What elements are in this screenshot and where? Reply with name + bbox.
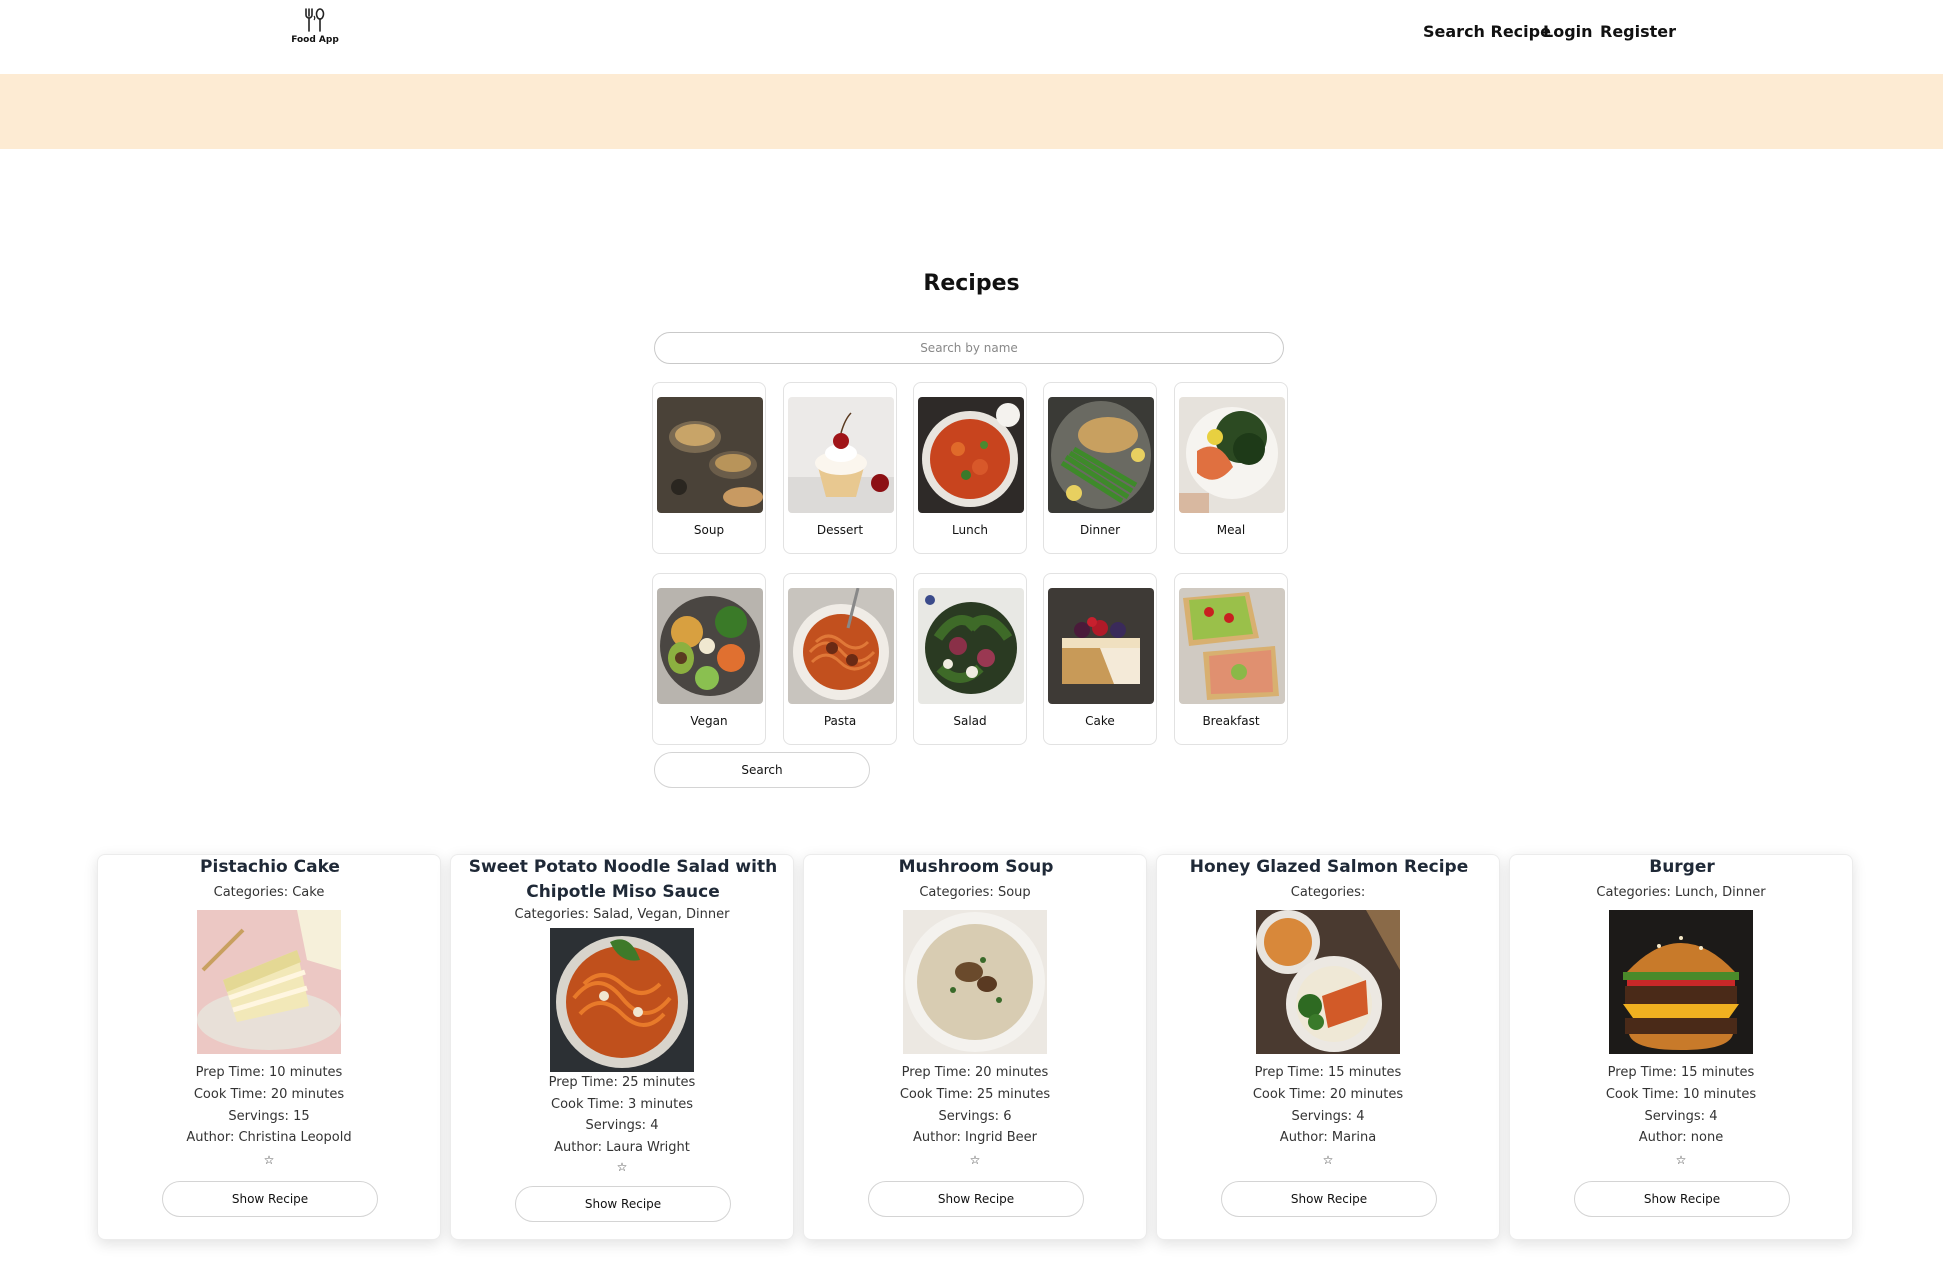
recipe-categories: Categories: Cake — [213, 885, 325, 900]
page-title: Recipes — [923, 271, 1020, 296]
category-image — [788, 397, 894, 513]
category-image — [657, 588, 763, 704]
category-dessert[interactable]: Dessert — [783, 382, 897, 554]
recipe-prep-time: Prep Time: 25 minutes — [548, 1075, 696, 1090]
recipe-title: Pistachio Cake — [200, 857, 340, 877]
recipe-card: Honey Glazed Salmon Recipe Categories: P… — [1156, 854, 1500, 1240]
favorite-star-icon[interactable]: ☆ — [451, 1160, 793, 1174]
favorite-star-icon[interactable]: ☆ — [1157, 1153, 1499, 1167]
recipe-categories: Categories: — [1290, 885, 1366, 900]
recipe-servings: Servings: 15 — [228, 1109, 310, 1124]
show-recipe-button[interactable]: Show Recipe — [515, 1186, 731, 1222]
logo-text: Food App — [291, 35, 339, 45]
recipe-prep-time: Prep Time: 20 minutes — [901, 1065, 1049, 1080]
recipe-categories: Categories: Lunch, Dinner — [1596, 885, 1766, 900]
category-label: Meal — [1216, 523, 1246, 537]
category-label: Dinner — [1079, 523, 1121, 537]
category-image — [918, 397, 1024, 513]
category-image — [1179, 588, 1285, 704]
recipe-categories: Categories: Salad, Vegan, Dinner — [514, 907, 730, 922]
category-label: Soup — [693, 523, 725, 537]
category-image — [1179, 397, 1285, 513]
category-label: Dessert — [816, 523, 864, 537]
recipe-image — [903, 910, 1047, 1054]
recipe-prep-time: Prep Time: 15 minutes — [1254, 1065, 1402, 1080]
hero-banner — [0, 74, 1943, 149]
category-image — [1048, 397, 1154, 513]
recipe-card: Sweet Potato Noodle Salad with Chipotle … — [450, 854, 794, 1240]
recipe-prep-time: Prep Time: 10 minutes — [195, 1065, 343, 1080]
category-pasta[interactable]: Pasta — [783, 573, 897, 745]
recipe-card: Pistachio Cake Categories: Cake Prep Tim… — [97, 854, 441, 1240]
recipe-title: Honey Glazed Salmon Recipe — [1189, 857, 1469, 877]
show-recipe-button[interactable]: Show Recipe — [162, 1181, 378, 1217]
recipe-author: Author: Marina — [1279, 1130, 1377, 1145]
recipe-title: Mushroom Soup — [898, 857, 1054, 877]
category-label: Breakfast — [1202, 714, 1260, 728]
fork-spoon-icon — [305, 8, 325, 32]
recipe-cook-time: Cook Time: 20 minutes — [193, 1087, 345, 1102]
category-vegan[interactable]: Vegan — [652, 573, 766, 745]
recipe-author: Author: none — [1638, 1130, 1724, 1145]
category-image — [657, 397, 763, 513]
recipe-card: Mushroom Soup Categories: Soup Prep Time… — [803, 854, 1147, 1240]
recipe-author: Author: Christina Leopold — [186, 1130, 352, 1145]
nav-register[interactable]: Register — [1600, 22, 1676, 41]
recipe-title: Burger — [1649, 857, 1715, 877]
category-image — [1048, 588, 1154, 704]
show-recipe-button[interactable]: Show Recipe — [1221, 1181, 1437, 1217]
recipe-image — [197, 910, 341, 1054]
category-lunch[interactable]: Lunch — [913, 382, 1027, 554]
category-label: Pasta — [823, 714, 857, 728]
recipe-servings: Servings: 4 — [585, 1118, 659, 1133]
recipe-card: Burger Categories: Lunch, Dinner Prep Ti… — [1509, 854, 1853, 1240]
recipe-servings: Servings: 6 — [938, 1109, 1012, 1124]
recipe-image — [1609, 910, 1753, 1054]
category-cake[interactable]: Cake — [1043, 573, 1157, 745]
recipe-cook-time: Cook Time: 25 minutes — [899, 1087, 1051, 1102]
favorite-star-icon[interactable]: ☆ — [804, 1153, 1146, 1167]
category-label: Salad — [953, 714, 987, 728]
category-salad[interactable]: Salad — [913, 573, 1027, 745]
recipe-categories: Categories: Soup — [919, 885, 1031, 900]
category-image — [918, 588, 1024, 704]
recipe-cook-time: Cook Time: 3 minutes — [551, 1097, 693, 1112]
category-label: Cake — [1085, 714, 1115, 728]
recipe-author: Author: Ingrid Beer — [913, 1130, 1037, 1145]
logo[interactable]: Food App — [290, 6, 340, 50]
search-input[interactable] — [654, 332, 1284, 364]
recipe-author: Author: Laura Wright — [554, 1140, 690, 1155]
category-label: Vegan — [690, 714, 728, 728]
recipe-cook-time: Cook Time: 10 minutes — [1605, 1087, 1757, 1102]
favorite-star-icon[interactable]: ☆ — [1510, 1153, 1852, 1167]
search-button[interactable]: Search — [654, 752, 870, 788]
site-header: Food App Search Recipe Login Register — [0, 0, 1943, 74]
show-recipe-button[interactable]: Show Recipe — [1574, 1181, 1790, 1217]
favorite-star-icon[interactable]: ☆ — [98, 1153, 440, 1167]
nav-search-recipe[interactable]: Search Recipe — [1423, 22, 1551, 41]
recipe-image — [550, 928, 694, 1072]
recipe-servings: Servings: 4 — [1291, 1109, 1365, 1124]
category-image — [788, 588, 894, 704]
recipe-title: Sweet Potato Noodle Salad with Chipotle … — [468, 857, 778, 902]
recipe-cook-time: Cook Time: 20 minutes — [1252, 1087, 1404, 1102]
recipe-image — [1256, 910, 1400, 1054]
category-soup[interactable]: Soup — [652, 382, 766, 554]
nav-login[interactable]: Login — [1543, 22, 1593, 41]
category-meal[interactable]: Meal — [1174, 382, 1288, 554]
category-dinner[interactable]: Dinner — [1043, 382, 1157, 554]
recipe-servings: Servings: 4 — [1644, 1109, 1718, 1124]
category-breakfast[interactable]: Breakfast — [1174, 573, 1288, 745]
show-recipe-button[interactable]: Show Recipe — [868, 1181, 1084, 1217]
category-label: Lunch — [952, 523, 988, 537]
recipe-prep-time: Prep Time: 15 minutes — [1607, 1065, 1755, 1080]
